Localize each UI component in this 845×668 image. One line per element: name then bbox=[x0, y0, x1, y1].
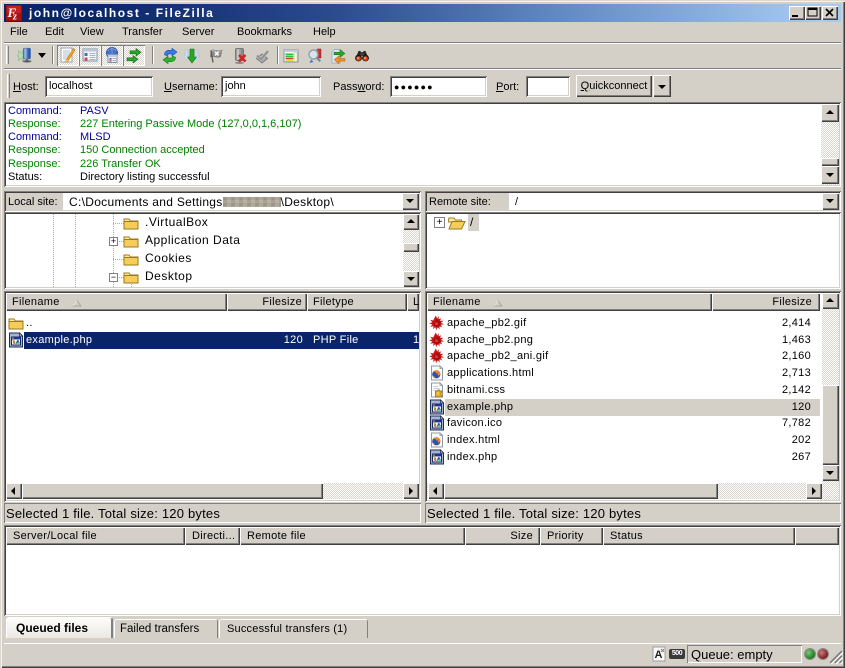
svg-text:A: A bbox=[655, 649, 663, 661]
svg-text:z: z bbox=[12, 12, 17, 22]
